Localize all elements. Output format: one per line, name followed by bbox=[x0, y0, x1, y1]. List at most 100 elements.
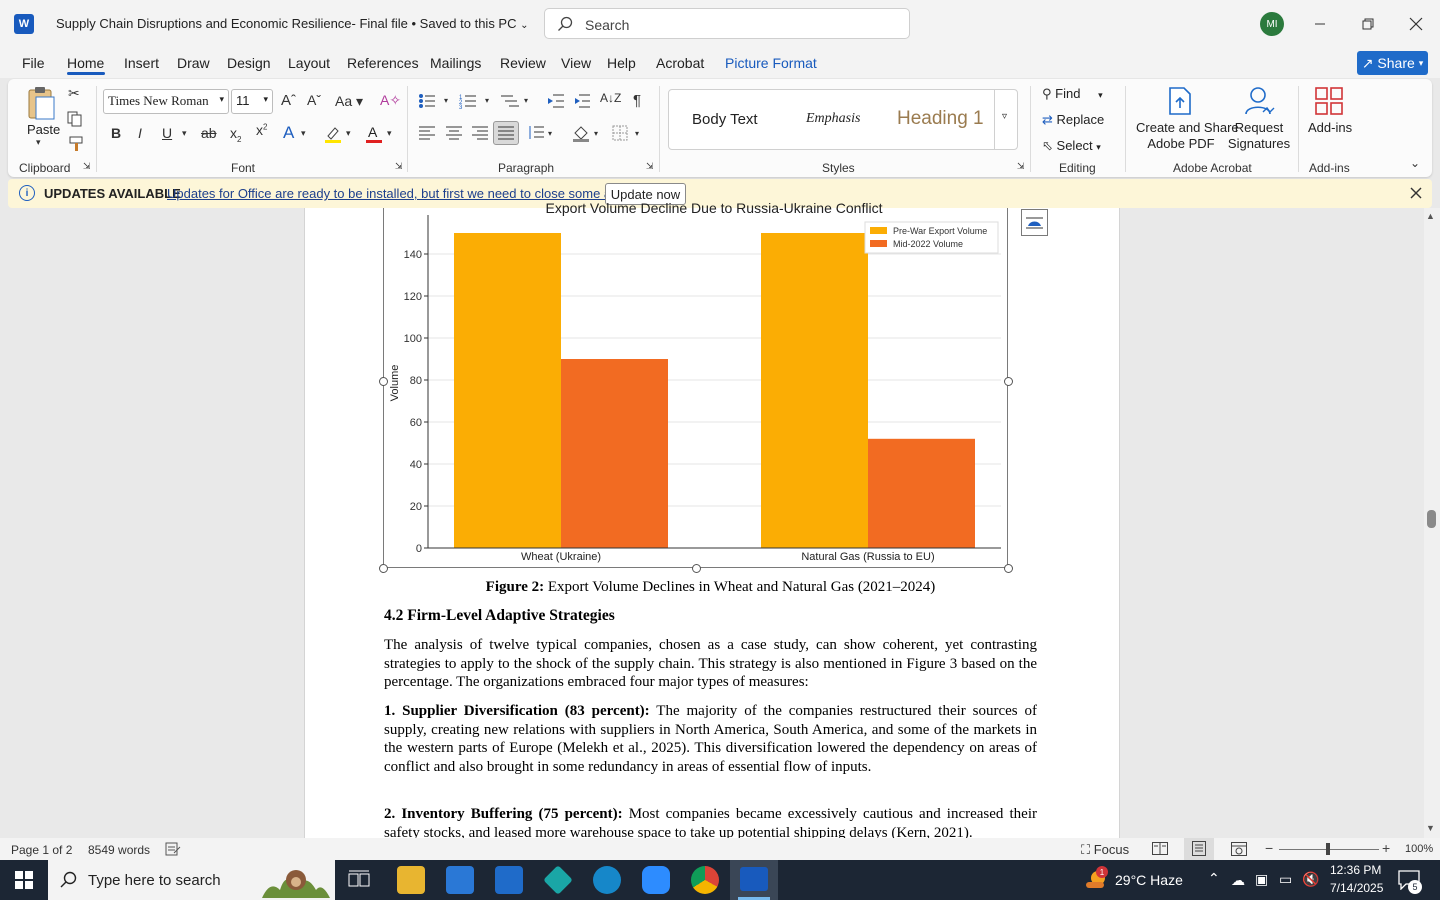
show-formatting-icon[interactable]: ¶ bbox=[633, 92, 641, 109]
paste-icon[interactable] bbox=[24, 86, 58, 120]
styles-more-button[interactable]: ▿ bbox=[994, 89, 1018, 150]
copy-icon[interactable] bbox=[67, 111, 83, 130]
style-heading-1[interactable]: Heading 1 bbox=[897, 108, 984, 130]
focus-button[interactable]: ⛶ Focus bbox=[1081, 842, 1129, 858]
text-effects-icon[interactable]: A bbox=[283, 123, 294, 143]
tab-draw[interactable]: Draw bbox=[177, 55, 210, 71]
restore-button[interactable] bbox=[1345, 0, 1391, 48]
sort-icon[interactable]: A↓Z bbox=[600, 91, 621, 105]
chevron-down-icon[interactable]: ▾ bbox=[182, 128, 187, 139]
zoom-slider-thumb[interactable] bbox=[1326, 843, 1330, 855]
task-view-icon[interactable] bbox=[348, 870, 370, 893]
tab-mailings[interactable]: Mailings bbox=[430, 55, 481, 71]
paragraph[interactable]: The analysis of twelve typical companies… bbox=[384, 636, 1037, 692]
style-body-text[interactable]: Body Text bbox=[692, 111, 758, 128]
list-paragraph[interactable]: 1. Supplier Diversification (83 percent)… bbox=[384, 702, 1037, 776]
file-explorer-icon[interactable] bbox=[397, 866, 425, 894]
section-heading[interactable]: 4.2 Firm-Level Adaptive Strategies bbox=[384, 607, 615, 625]
bullets-icon[interactable]: ▾ bbox=[418, 93, 452, 112]
resize-handle[interactable] bbox=[379, 377, 388, 386]
font-size-select[interactable]: 11 ▾ bbox=[231, 89, 273, 114]
tab-acrobat[interactable]: Acrobat bbox=[656, 55, 704, 71]
scroll-up-icon[interactable]: ▲ bbox=[1426, 211, 1435, 221]
resize-handle[interactable] bbox=[1004, 377, 1013, 386]
onedrive-icon[interactable]: ☁ bbox=[1231, 872, 1245, 889]
web-layout-icon[interactable] bbox=[1231, 842, 1247, 859]
create-pdf-icon[interactable] bbox=[1166, 86, 1194, 119]
tab-design[interactable]: Design bbox=[227, 55, 271, 71]
justify-button[interactable] bbox=[493, 121, 519, 145]
document-title[interactable]: Supply Chain Disruptions and Economic Re… bbox=[56, 16, 529, 31]
line-spacing-icon[interactable]: ▾ bbox=[527, 125, 557, 144]
cut-icon[interactable]: ✂ bbox=[68, 85, 80, 102]
security-icon[interactable]: ▣ bbox=[1255, 871, 1268, 888]
style-emphasis[interactable]: Emphasis bbox=[806, 111, 860, 127]
add-ins-icon[interactable] bbox=[1314, 86, 1344, 119]
clear-formatting-icon[interactable]: A✧ bbox=[380, 92, 401, 109]
dialog-launcher-icon[interactable]: ⇲ bbox=[1017, 161, 1025, 172]
decrease-indent-icon[interactable] bbox=[547, 93, 565, 112]
tab-file[interactable]: File bbox=[22, 55, 45, 71]
create-share-pdf-button[interactable]: Create and Share Adobe PDF bbox=[1136, 120, 1239, 152]
resize-handle[interactable] bbox=[692, 564, 701, 573]
dialog-launcher-icon[interactable]: ⇲ bbox=[83, 161, 91, 172]
read-mode-icon[interactable] bbox=[1152, 842, 1168, 858]
resize-handle[interactable] bbox=[1004, 564, 1013, 573]
zoom-app-icon[interactable] bbox=[642, 866, 670, 894]
increase-indent-icon[interactable] bbox=[573, 93, 591, 112]
microsoft-store-icon[interactable] bbox=[446, 866, 474, 894]
tab-help[interactable]: Help bbox=[607, 55, 636, 71]
chrome-browser-icon[interactable] bbox=[691, 866, 719, 894]
underline-icon[interactable]: U bbox=[162, 125, 172, 141]
taskbar-search[interactable]: Type here to search bbox=[48, 860, 335, 900]
select-button[interactable]: ⬁ Select ▾ bbox=[1042, 138, 1101, 154]
chevron-down-icon[interactable]: ▾ bbox=[346, 128, 351, 139]
minimize-button[interactable] bbox=[1297, 0, 1343, 48]
share-button[interactable]: ↗ Share ▾ bbox=[1357, 51, 1428, 75]
word-count[interactable]: 8549 words bbox=[88, 843, 150, 857]
avatar[interactable]: MI bbox=[1260, 12, 1284, 36]
mail-icon[interactable] bbox=[495, 866, 523, 894]
show-hidden-icons-icon[interactable]: ⌃ bbox=[1208, 870, 1220, 887]
page-count[interactable]: Page 1 of 2 bbox=[11, 843, 72, 857]
figure-caption[interactable]: Figure 2: Export Volume Declines in Whea… bbox=[384, 579, 1037, 596]
paste-label[interactable]: Paste bbox=[27, 122, 60, 137]
multilevel-list-icon[interactable]: ▾ bbox=[501, 93, 535, 112]
tab-layout[interactable]: Layout bbox=[288, 55, 330, 71]
replace-button[interactable]: ⇄ Replace bbox=[1042, 112, 1104, 128]
tab-home[interactable]: Home bbox=[67, 55, 104, 71]
grow-font-icon[interactable]: Aˆ bbox=[281, 92, 296, 109]
italic-icon[interactable]: I bbox=[138, 125, 142, 141]
dismiss-update-button[interactable] bbox=[1410, 187, 1422, 202]
tab-insert[interactable]: Insert bbox=[124, 55, 159, 71]
network-icon[interactable]: ▭ bbox=[1279, 871, 1292, 888]
zoom-level[interactable]: 100% bbox=[1405, 843, 1433, 855]
font-color-icon[interactable]: A bbox=[364, 124, 384, 147]
clock-date[interactable]: 7/14/2025 bbox=[1330, 881, 1383, 895]
align-center-icon[interactable] bbox=[446, 126, 462, 143]
shading-icon[interactable]: ▾ bbox=[572, 124, 604, 145]
zoom-out-button[interactable]: − bbox=[1265, 840, 1273, 856]
layout-options-button[interactable] bbox=[1021, 209, 1048, 236]
word-taskbar-button[interactable] bbox=[730, 860, 778, 900]
find-button[interactable]: ⚲ Find ▾ bbox=[1042, 86, 1103, 102]
add-ins-button[interactable]: Add-ins bbox=[1308, 120, 1352, 135]
shrink-font-icon[interactable]: Aˇ bbox=[307, 92, 321, 108]
volume-muted-icon[interactable]: 🔇 bbox=[1302, 871, 1319, 888]
edge-browser-icon[interactable] bbox=[593, 866, 621, 894]
resize-handle[interactable] bbox=[379, 564, 388, 573]
tab-view[interactable]: View bbox=[561, 55, 591, 71]
close-button[interactable] bbox=[1393, 0, 1439, 48]
dialog-launcher-icon[interactable]: ⇲ bbox=[646, 161, 654, 172]
tab-references[interactable]: References bbox=[347, 55, 419, 71]
borders-icon[interactable]: ▾ bbox=[612, 125, 646, 144]
proofing-icon[interactable] bbox=[165, 842, 181, 859]
highlight-icon[interactable] bbox=[323, 124, 343, 147]
tab-review[interactable]: Review bbox=[500, 55, 546, 71]
format-painter-icon[interactable] bbox=[68, 136, 84, 155]
list-paragraph[interactable]: 2. Inventory Buffering (75 percent): Mos… bbox=[384, 805, 1037, 838]
chevron-down-icon[interactable]: ▾ bbox=[387, 128, 392, 139]
zoom-in-button[interactable]: + bbox=[1382, 840, 1390, 856]
scroll-thumb[interactable] bbox=[1427, 510, 1436, 528]
align-right-icon[interactable] bbox=[472, 126, 488, 143]
